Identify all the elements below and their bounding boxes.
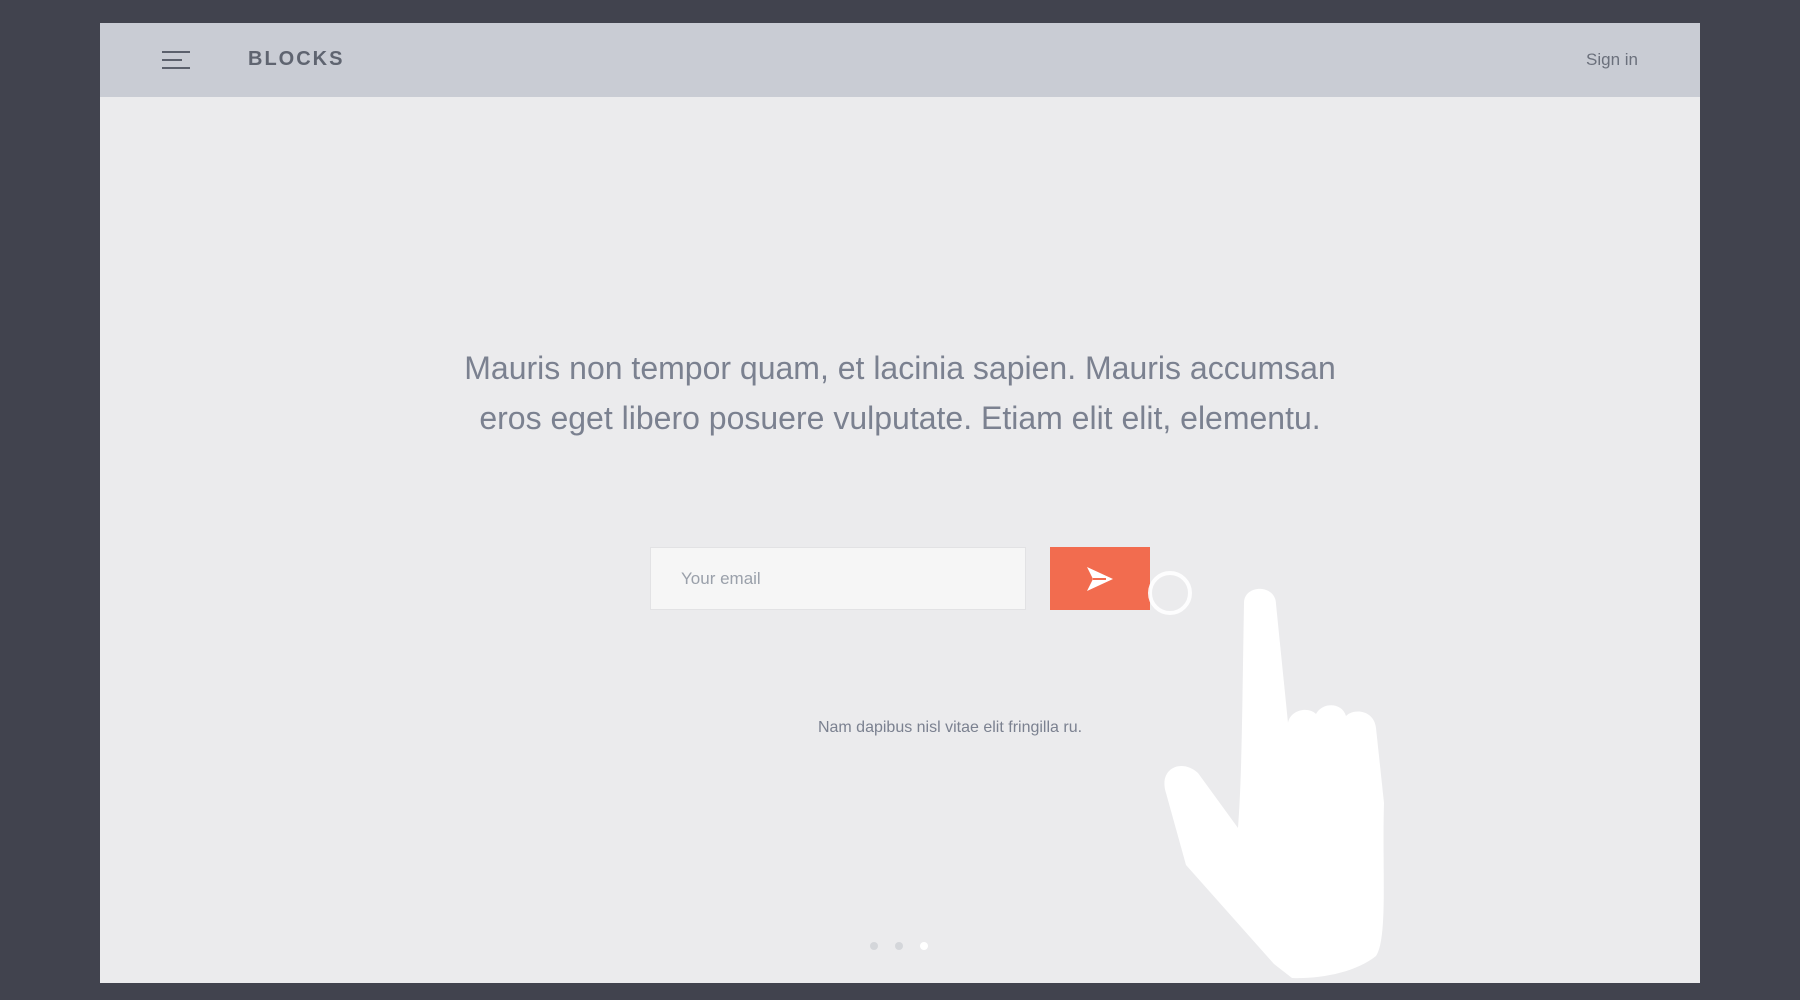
top-navigation-bar: BLOCKS Sign in: [100, 23, 1700, 97]
pagination-dot-3-active[interactable]: [920, 942, 928, 950]
pointing-hand-icon: [1148, 571, 1384, 979]
tap-ring: [1148, 571, 1192, 615]
hero-headline-line-1: Mauris non tempor quam, et lacinia sapie…: [464, 350, 1336, 386]
sign-in-link[interactable]: Sign in: [1586, 50, 1638, 70]
email-input[interactable]: [650, 547, 1026, 610]
hamburger-menu-icon[interactable]: [162, 51, 190, 71]
menu-line: [162, 67, 190, 69]
app-window: BLOCKS Sign in Mauris non tempor quam, e…: [100, 23, 1700, 983]
hero-headline: Mauris non tempor quam, et lacinia sapie…: [400, 343, 1400, 443]
pagination-dot-2[interactable]: [895, 942, 903, 950]
menu-line: [162, 51, 190, 53]
hero-subtext: Nam dapibus nisl vitae elit fringilla ru…: [817, 719, 1083, 736]
send-button[interactable]: [1050, 547, 1150, 610]
brand-logo-text[interactable]: BLOCKS: [248, 48, 344, 71]
pagination-dot-1[interactable]: [870, 942, 878, 950]
paper-plane-send-icon: [1087, 567, 1113, 591]
hero-headline-line-2: eros eget libero posuere vulputate. Etia…: [479, 400, 1321, 436]
pagination-dots: [870, 942, 930, 952]
hand-shape: [1164, 588, 1384, 979]
menu-line: [162, 59, 182, 61]
